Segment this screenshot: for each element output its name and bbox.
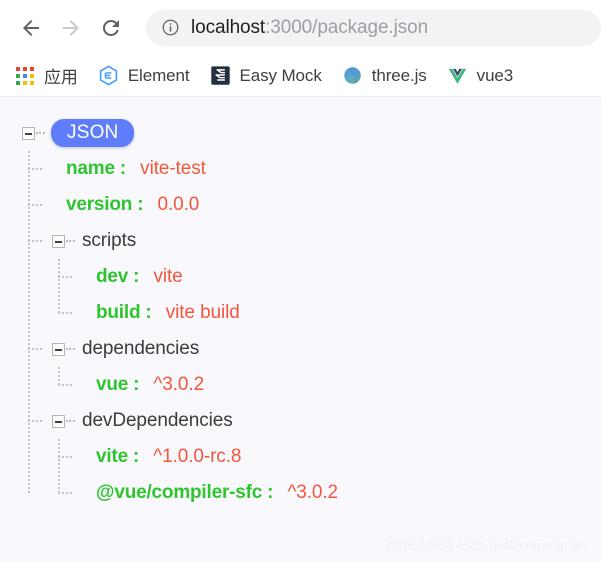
json-object-name: dependencies (82, 338, 200, 359)
minus-square-icon[interactable] (52, 342, 65, 356)
tree-connector (66, 239, 75, 243)
bookmark-threejs[interactable]: three.js (342, 61, 427, 91)
json-node-scripts[interactable]: scripts (28, 223, 601, 259)
back-button[interactable] (14, 11, 48, 45)
json-object-name: scripts (82, 230, 137, 251)
json-entry-dev: dev : vite (58, 259, 601, 295)
arrow-left-icon (19, 16, 43, 40)
forward-button[interactable] (54, 11, 88, 45)
reload-icon (99, 16, 123, 40)
tree-elbow (28, 151, 52, 170)
easy-mock-icon (209, 65, 231, 87)
tree-elbow (28, 403, 52, 422)
vue-logo-icon (447, 65, 469, 87)
bookmark-label: three.js (371, 65, 427, 85)
watermark: https://blog.csdn.net/zemprogram (387, 538, 587, 553)
url-path: :3000/package.json (265, 16, 429, 38)
tree-guide-line (58, 259, 60, 313)
json-root-row[interactable]: JSON (22, 115, 601, 151)
element-hexagon-icon (98, 65, 120, 87)
json-key: vite (96, 446, 128, 467)
apps-grid-icon (14, 65, 36, 87)
tree-elbow (28, 331, 52, 350)
tree-connector (66, 347, 75, 351)
minus-square-icon[interactable] (52, 414, 65, 428)
tree-elbow (58, 295, 82, 314)
json-value: ^3.0.2 (287, 482, 339, 503)
bookmarks-bar: 应用 Element Easy Mock three.js vue3 (0, 55, 601, 97)
json-entry-name: name : vite-test (28, 151, 601, 187)
address-bar-text: localhost:3000/package.json (191, 17, 428, 39)
json-colon: : (132, 446, 140, 467)
browser-chrome: localhost:3000/package.json 应用 Element E… (0, 0, 601, 97)
bookmark-label: Easy Mock (239, 65, 322, 85)
tree-guide-line (58, 367, 60, 385)
json-colon: : (133, 266, 140, 287)
json-node-devdependencies[interactable]: devDependencies (28, 403, 601, 439)
json-colon: : (133, 374, 140, 395)
json-value: ^3.0.2 (153, 374, 205, 395)
url-host: localhost (191, 16, 266, 38)
threejs-sphere-icon (342, 65, 364, 87)
info-circle-icon[interactable] (160, 18, 180, 38)
bookmark-element[interactable]: Element (98, 61, 190, 91)
reload-button[interactable] (94, 11, 128, 45)
json-node-dependencies[interactable]: dependencies (28, 331, 601, 367)
tree-elbow (58, 475, 82, 494)
json-node-scripts-children: dev : vite build : vite build (52, 259, 601, 331)
json-value: 0.0.0 (157, 194, 200, 215)
json-entry-vue-compiler-sfc: @vue/compiler-sfc : ^3.0.2 (58, 475, 601, 511)
json-value: vite build (165, 302, 240, 323)
json-root-badge[interactable]: JSON (51, 119, 135, 147)
json-colon: : (145, 302, 152, 323)
bookmark-easy-mock[interactable]: Easy Mock (209, 61, 322, 91)
json-key: dev (96, 266, 129, 287)
json-object-name: devDependencies (82, 410, 233, 431)
tree-connector (36, 131, 45, 135)
json-key: vue (96, 374, 129, 395)
tree-guide-line (58, 439, 60, 493)
json-colon: : (137, 194, 144, 215)
minus-square-icon[interactable] (22, 126, 35, 140)
json-value: ^1.0.0-rc.8 (153, 446, 242, 467)
json-colon: : (267, 482, 274, 503)
browser-toolbar: localhost:3000/package.json (0, 0, 601, 55)
minus-square-icon[interactable] (52, 234, 65, 248)
json-node-devdependencies-children: vite : ^1.0.0-rc.8 @vue/compiler-sfc : ^… (52, 439, 601, 511)
bookmark-vue3[interactable]: vue3 (447, 61, 513, 91)
bookmark-label: vue3 (476, 65, 514, 85)
json-key: build (96, 302, 141, 323)
tree-connector (66, 419, 75, 423)
json-key: version (66, 194, 133, 215)
bookmark-label: Element (127, 65, 190, 85)
json-node-dependencies-children: vue : ^3.0.2 (52, 367, 601, 403)
json-entry-build: build : vite build (58, 295, 601, 331)
json-root-children: name : vite-test version : 0.0.0 scripts (22, 151, 601, 511)
json-key: @vue/compiler-sfc (96, 482, 263, 503)
json-tree: JSON name : vite-test version : 0.0.0 sc… (0, 115, 601, 511)
json-viewer-panel: JSON name : vite-test version : 0.0.0 sc… (0, 97, 601, 561)
json-value: vite (153, 266, 183, 287)
json-entry-vite: vite : ^1.0.0-rc.8 (58, 439, 601, 475)
bookmark-label: 应用 (44, 68, 78, 87)
tree-elbow (58, 367, 82, 386)
tree-elbow (28, 223, 52, 242)
address-bar[interactable]: localhost:3000/package.json (146, 9, 601, 46)
tree-elbow (58, 259, 82, 278)
json-entry-version: version : 0.0.0 (28, 187, 601, 223)
bookmark-apps[interactable]: 应用 (14, 61, 78, 91)
json-value: vite-test (140, 158, 206, 179)
json-key: name (66, 158, 115, 179)
json-entry-vue: vue : ^3.0.2 (58, 367, 601, 403)
json-colon: : (119, 158, 127, 179)
tree-elbow (58, 439, 82, 458)
arrow-right-icon (59, 16, 83, 40)
tree-elbow (28, 187, 52, 206)
tree-guide-line (28, 151, 30, 493)
